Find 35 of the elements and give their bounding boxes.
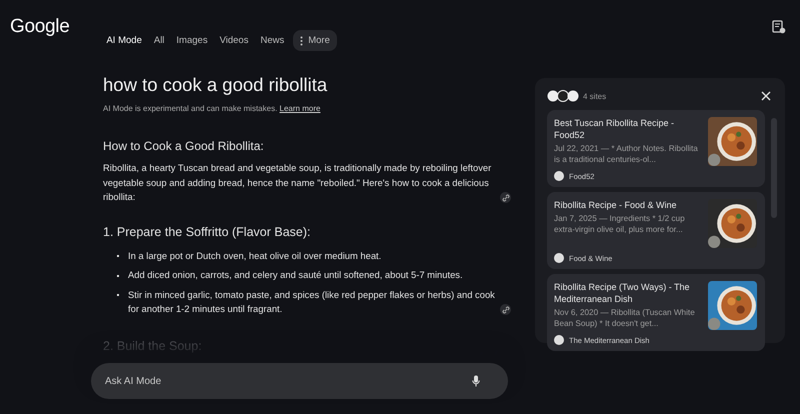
- sites-count: 4 sites: [583, 92, 606, 100]
- step-text: In a large pot or Dutch oven, heat olive oil over medium heat.: [128, 248, 382, 263]
- site-favicon-icon: [554, 335, 564, 345]
- close-icon[interactable]: [761, 91, 771, 101]
- source-title[interactable]: Ribollita Recipe - Food & Wine: [554, 199, 700, 211]
- source-snippet: Jan 7, 2025 — Ingredients * 1/2 cup extra-virgin olive oil, plus more for...: [554, 213, 686, 235]
- more-button[interactable]: More: [293, 30, 337, 51]
- microphone-icon[interactable]: [472, 375, 480, 387]
- google-logo[interactable]: Google: [10, 16, 70, 38]
- source-snippet: Nov 6, 2020 — Ribollita (Tuscan White Bean Soup) * It doesn't get...: [554, 307, 696, 329]
- disclaimer-text: AI Mode is experimental and can make mistakes. Learn more: [103, 104, 322, 113]
- link-icon[interactable]: [500, 192, 511, 203]
- site-favicon-icon: [554, 171, 564, 181]
- source-title[interactable]: Best Tuscan Ribollita Recipe - Food52: [554, 117, 700, 141]
- source-snippet: Jul 22, 2021 — * Author Notes. Ribollita is a traditional centuries-ol...: [554, 143, 699, 165]
- source-title[interactable]: Ribollita Recipe (Two Ways) - The Mediterranean Dish: [554, 281, 700, 305]
- answer-heading: How to Cook a Good Ribollita:: [103, 139, 265, 153]
- link-icon[interactable]: [500, 304, 511, 315]
- ask-field[interactable]: Ask AI Mode: [91, 363, 508, 399]
- section-heading: 2. Build the Soup:: [103, 338, 203, 352]
- query-title: how to cook a good ribollita: [103, 74, 328, 96]
- step-text: Stir in minced garlic, tomato paste, and spices (like red pepper flakes or herbs) and cook for another 1-2 minutes until fragrant.: [128, 288, 496, 316]
- step-text: Add diced onion, carrots, and celery and sauté until softened, about 5-7 minutes.: [128, 268, 463, 282]
- nav-tab[interactable]: All: [148, 31, 170, 50]
- nav-tab[interactable]: AI Mode: [101, 31, 147, 50]
- more-vert-icon: [300, 36, 304, 46]
- intro-paragraph: Ribollita, a hearty Tuscan bread and vegetable soup, is traditionally made by reboiling leftover vegetable soup and adding bread, hence the name "reboiled." Here's how to cook a delicious ribollita:: [103, 161, 492, 204]
- site-favicons-icon: [547, 90, 579, 102]
- labs-icon[interactable]: [772, 20, 786, 34]
- nav-tab[interactable]: News: [255, 31, 290, 50]
- site-favicon-icon: [554, 253, 564, 263]
- nav-tab[interactable]: Videos: [214, 31, 254, 50]
- nav-tab[interactable]: Images: [171, 31, 213, 50]
- section-heading: 1. Prepare the Soffritto (Flavor Base):: [103, 224, 312, 238]
- learn-more-link[interactable]: Learn more: [280, 104, 320, 113]
